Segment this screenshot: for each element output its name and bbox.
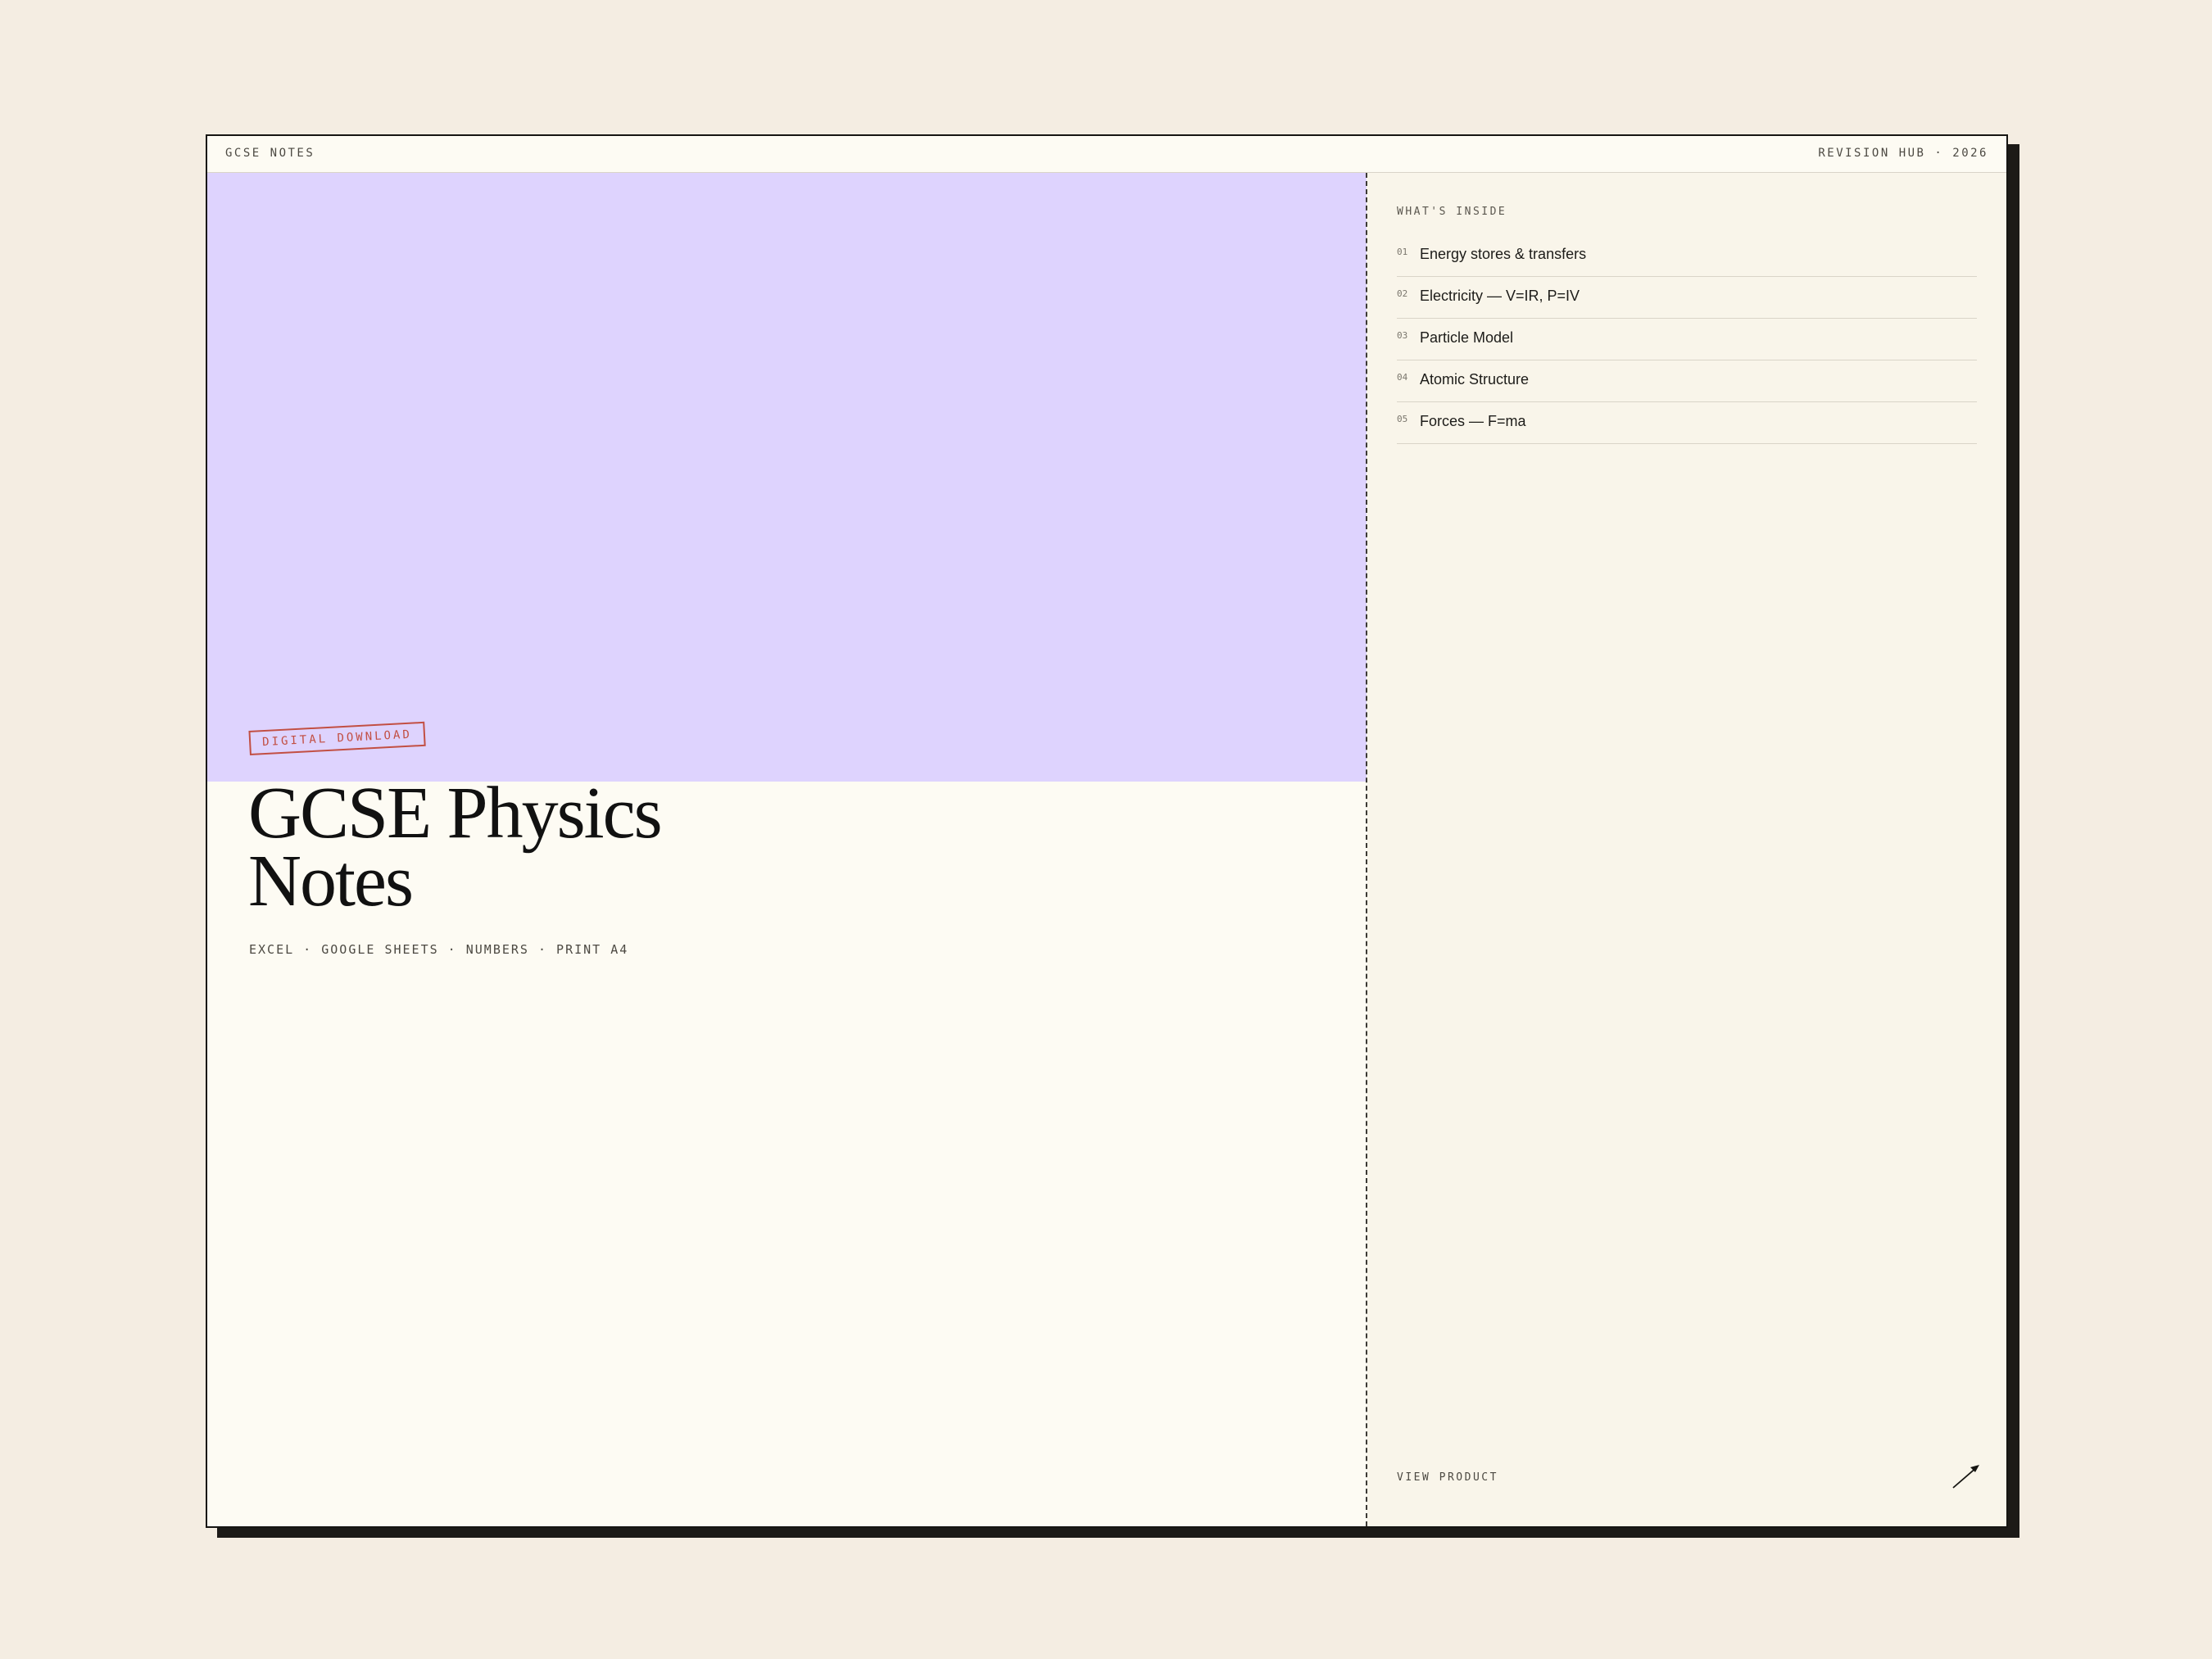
- contents-item: 03 Particle Model: [1397, 319, 1977, 360]
- product-title-line-2: Notes: [248, 841, 414, 922]
- contents-item-number: 04: [1397, 372, 1408, 383]
- contents-item: 05 Forces — F=ma: [1397, 402, 1977, 444]
- contents-item-label: Electricity — V=IR, P=IV: [1420, 288, 1580, 304]
- contents-item-number: 05: [1397, 414, 1408, 424]
- top-bar: GCSE NOTES REVISION HUB · 2026: [207, 136, 2006, 173]
- contents-item-number: 03: [1397, 330, 1408, 341]
- brand-label: GCSE NOTES: [225, 147, 315, 160]
- contents-item-number: 01: [1397, 247, 1408, 257]
- contents-list: 01 Energy stores & transfers 02 Electric…: [1397, 235, 1977, 444]
- product-title: GCSE Physics Notes: [248, 777, 663, 918]
- contents-item: 04 Atomic Structure: [1397, 360, 1977, 402]
- contents-item-label: Energy stores & transfers: [1420, 246, 1587, 262]
- contents-item: 01 Energy stores & transfers: [1397, 235, 1977, 277]
- contents-item-number: 02: [1397, 288, 1408, 299]
- arrow-up-right-icon[interactable]: [1951, 1462, 1982, 1490]
- contents-sidebar: WHAT'S INSIDE 01 Energy stores & transfe…: [1367, 173, 2006, 1526]
- contents-item-label: Atomic Structure: [1420, 371, 1530, 388]
- view-product-link[interactable]: VIEW PRODUCT: [1397, 1471, 1498, 1484]
- contents-item: 02 Electricity — V=IR, P=IV: [1397, 277, 1977, 319]
- contents-heading: WHAT'S INSIDE: [1397, 206, 1507, 218]
- header-meta: REVISION HUB · 2026: [1818, 147, 1988, 160]
- contents-item-label: Forces — F=ma: [1420, 413, 1526, 429]
- contents-item-label: Particle Model: [1420, 329, 1514, 346]
- hero-image-area: [207, 173, 1367, 782]
- format-list: EXCEL · GOOGLE SHEETS · NUMBERS · PRINT …: [249, 942, 629, 957]
- product-card: GCSE NOTES REVISION HUB · 2026 DIGITAL D…: [206, 134, 2008, 1528]
